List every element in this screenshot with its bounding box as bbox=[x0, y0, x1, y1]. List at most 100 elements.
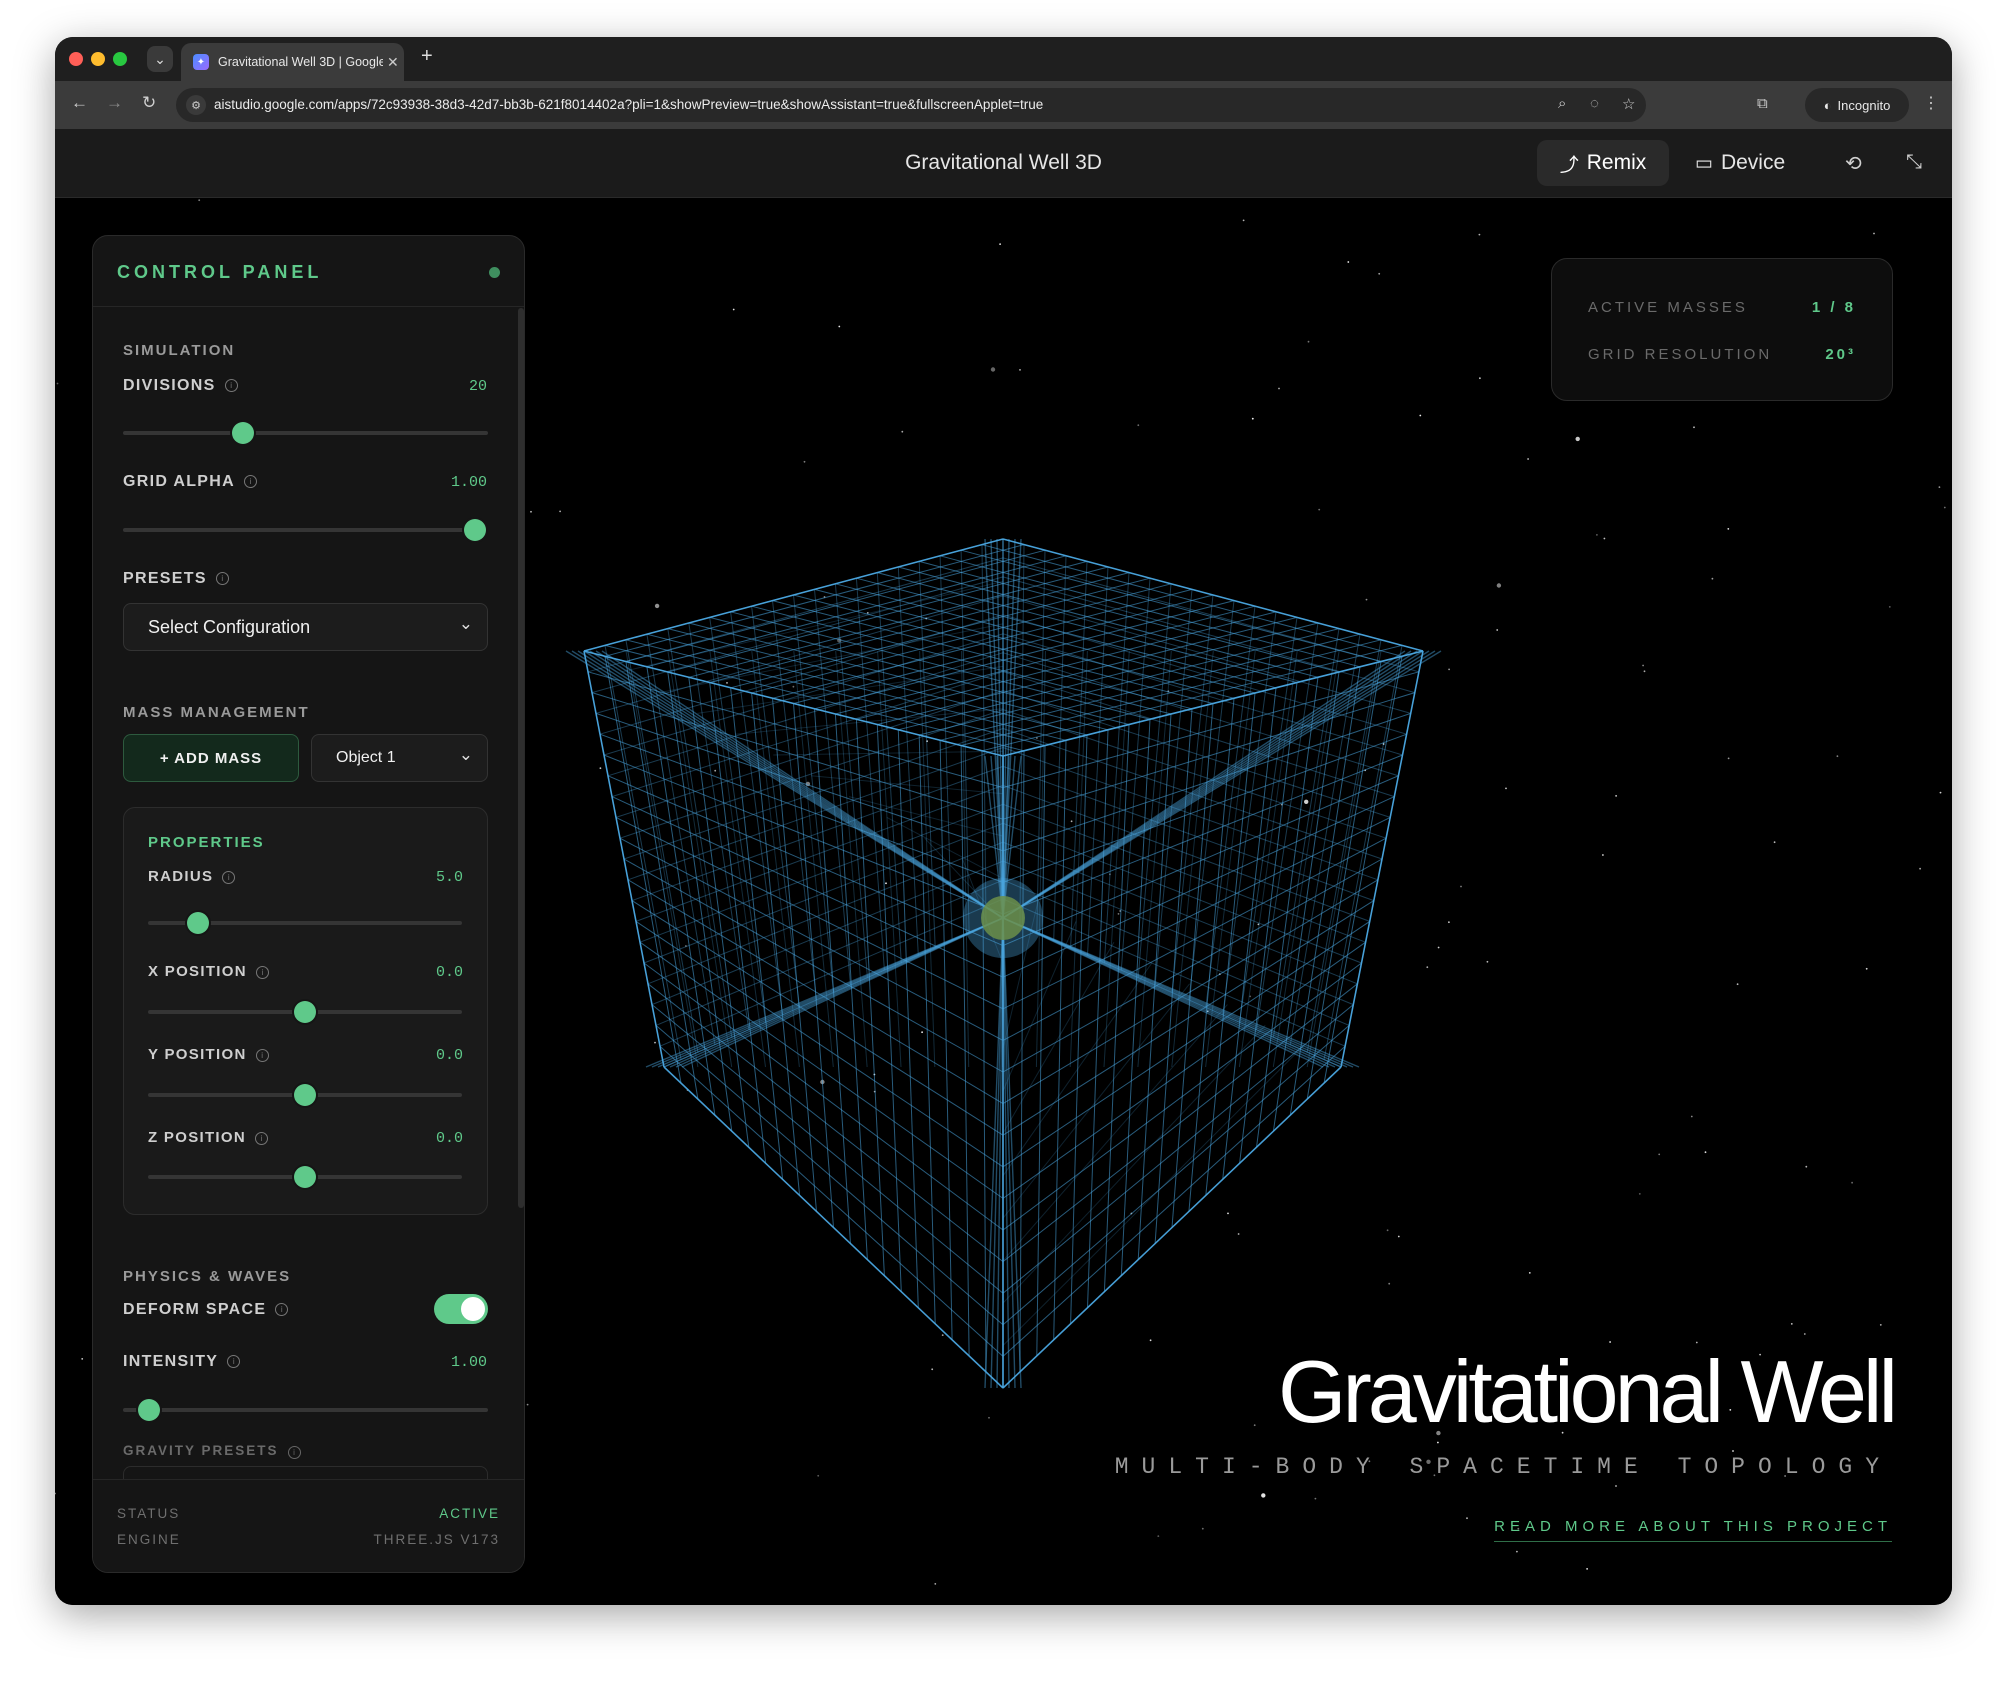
add-mass-button[interactable]: + ADD MASS bbox=[123, 734, 299, 782]
info-icon[interactable]: i bbox=[275, 1303, 289, 1317]
chevron-down-icon: ⌄ bbox=[458, 745, 473, 764]
presets-select[interactable]: Select Configuration ⌄ bbox=[123, 603, 488, 651]
x-position-slider[interactable] bbox=[148, 1001, 462, 1023]
plus-icon: + bbox=[421, 45, 433, 67]
close-icon[interactable]: ✕ bbox=[387, 54, 399, 71]
control-panel: CONTROL PANEL SIMULATION DIVISIONS i 20 G… bbox=[92, 235, 525, 1573]
presets-label: PRESETS i bbox=[123, 570, 229, 588]
read-more-link[interactable]: READ MORE ABOUT THIS PROJECT bbox=[1494, 1518, 1892, 1542]
eye-off-icon[interactable]: ◌ bbox=[1590, 95, 1599, 112]
gravity-presets-label-text: GRAVITY PRESETS bbox=[123, 1443, 279, 1458]
grid-line bbox=[1002, 1004, 1354, 1294]
y-position-value: 0.0 bbox=[435, 1047, 463, 1064]
x-position-label-text: X POSITION bbox=[148, 963, 247, 980]
divisions-slider-thumb[interactable] bbox=[232, 422, 255, 444]
radius-value: 5.0 bbox=[435, 869, 463, 886]
radius-slider[interactable] bbox=[148, 912, 462, 934]
intensity-slider[interactable] bbox=[123, 1399, 488, 1421]
active-masses-label: ACTIVE MASSES bbox=[1588, 299, 1748, 316]
remix-label: Remix bbox=[1586, 151, 1647, 174]
info-icon[interactable]: i bbox=[224, 379, 238, 393]
incognito-badge[interactable]: ◐ Incognito bbox=[1805, 88, 1909, 122]
divisions-slider[interactable] bbox=[123, 422, 488, 444]
grid-line bbox=[1002, 917, 1016, 1389]
info-icon[interactable]: i bbox=[255, 965, 269, 979]
zoom-icon[interactable]: ⌕ bbox=[1558, 95, 1566, 112]
address-bar[interactable]: ⚙ aistudio.google.com/apps/72c93938-38d3… bbox=[176, 88, 1646, 122]
info-icon[interactable]: i bbox=[215, 572, 229, 586]
minimize-window-button[interactable] bbox=[91, 52, 105, 66]
arrow-left-icon: ← bbox=[71, 93, 88, 112]
z-position-slider-thumb[interactable] bbox=[294, 1166, 316, 1188]
properties-card: PROPERTIES RADIUS i 5.0 X POSITION i 0.0 Y… bbox=[123, 807, 488, 1215]
status-indicator bbox=[489, 267, 500, 278]
grid-line bbox=[1340, 650, 1424, 1068]
engine-value: THREE.JS V173 bbox=[373, 1532, 500, 1547]
z-position-label: Z POSITION i bbox=[148, 1129, 269, 1146]
hero-title: Gravitational Well bbox=[1278, 1342, 1898, 1441]
device-button[interactable]: ▭ Device bbox=[1695, 140, 1785, 186]
browser-menu-button[interactable]: ⋮ bbox=[1923, 93, 1939, 113]
x-position-label: X POSITION i bbox=[148, 963, 269, 980]
hero-subtitle: MULTI-BODY SPACETIME TOPOLOGY bbox=[1114, 1454, 1892, 1480]
radius-label-text: RADIUS bbox=[148, 868, 214, 885]
object-select[interactable]: Object 1 ⌄ bbox=[311, 734, 488, 782]
incognito-icon: ◐ bbox=[1823, 97, 1832, 113]
z-position-value: 0.0 bbox=[435, 1130, 463, 1147]
site-settings-icon[interactable]: ⚙ bbox=[186, 95, 206, 115]
refresh-icon[interactable]: ⟲ bbox=[1845, 151, 1862, 176]
presets-label-text: PRESETS bbox=[123, 570, 207, 587]
grid-line bbox=[655, 1025, 1004, 1326]
maximize-window-button[interactable] bbox=[113, 52, 127, 66]
tab-search-button[interactable]: ⌄ bbox=[147, 46, 173, 72]
simulation-canvas[interactable]: CONTROL PANEL SIMULATION DIVISIONS i 20 G… bbox=[55, 198, 1952, 1605]
divisions-label-text: DIVISIONS bbox=[123, 377, 216, 394]
radius-label: RADIUS i bbox=[148, 868, 236, 885]
close-window-button[interactable] bbox=[69, 52, 83, 66]
info-icon[interactable]: i bbox=[287, 1446, 301, 1459]
grid-line bbox=[1002, 983, 1190, 1219]
active-masses-value: 1 / 8 bbox=[1811, 299, 1856, 316]
forward-button[interactable]: → bbox=[106, 93, 123, 113]
intensity-slider-thumb[interactable] bbox=[137, 1399, 160, 1421]
grid-line bbox=[1002, 1045, 1346, 1357]
tab-gravitational-well[interactable]: ✦ Gravitational Well 3D | Google AI Stud… bbox=[181, 43, 404, 81]
y-position-label: Y POSITION i bbox=[148, 1046, 269, 1063]
info-icon[interactable]: i bbox=[222, 870, 236, 884]
ai-studio-icon: ✦ bbox=[193, 54, 209, 70]
z-position-slider[interactable] bbox=[148, 1166, 462, 1188]
y-position-slider[interactable] bbox=[148, 1084, 462, 1106]
info-icon[interactable]: i bbox=[243, 475, 257, 489]
exit-fullscreen-icon[interactable]: ⤡ bbox=[1906, 151, 1922, 174]
toggle-knob bbox=[461, 1297, 485, 1321]
reload-icon: ↻ bbox=[142, 93, 157, 112]
deform-space-toggle[interactable] bbox=[434, 1294, 488, 1324]
x-position-value: 0.0 bbox=[435, 964, 463, 981]
mass-object[interactable] bbox=[981, 896, 1025, 940]
reload-button[interactable]: ↻ bbox=[142, 93, 156, 113]
grid-line bbox=[621, 580, 1004, 673]
divisions-value: 20 bbox=[468, 378, 487, 395]
y-position-slider-thumb[interactable] bbox=[294, 1084, 316, 1106]
back-button[interactable]: ← bbox=[71, 93, 88, 113]
grid-alpha-slider-thumb[interactable] bbox=[464, 519, 486, 541]
x-position-slider-thumb[interactable] bbox=[294, 1001, 316, 1023]
object-selected-value: Object 1 bbox=[336, 749, 396, 766]
star-icon[interactable]: ☆ bbox=[1622, 95, 1635, 113]
extensions-icon[interactable]: ⧉ bbox=[1757, 95, 1768, 112]
new-tab-button[interactable]: + bbox=[421, 45, 433, 68]
grid-line bbox=[1323, 656, 1403, 1084]
radius-slider-thumb[interactable] bbox=[187, 912, 210, 934]
grid-alpha-slider[interactable] bbox=[123, 519, 486, 541]
divisions-label: DIVISIONS i bbox=[123, 377, 238, 395]
remix-button[interactable]: ⤴ Remix bbox=[1537, 140, 1669, 186]
app-header: Gravitational Well 3D ⤴ Remix ▭ Device ⟲… bbox=[55, 129, 1952, 198]
presets-selected-value: Select Configuration bbox=[148, 616, 311, 637]
physics-heading: PHYSICS & WAVES bbox=[123, 1268, 292, 1285]
info-icon[interactable]: i bbox=[255, 1048, 269, 1062]
control-panel-footer: STATUS ACTIVE ENGINE THREE.JS V173 bbox=[93, 1479, 524, 1572]
stats-card: ACTIVE MASSES 1 / 8 GRID RESOLUTION 20³ bbox=[1551, 258, 1893, 401]
panel-scrollbar[interactable] bbox=[518, 308, 524, 1208]
info-icon[interactable]: i bbox=[227, 1355, 241, 1369]
info-icon[interactable]: i bbox=[255, 1131, 269, 1145]
